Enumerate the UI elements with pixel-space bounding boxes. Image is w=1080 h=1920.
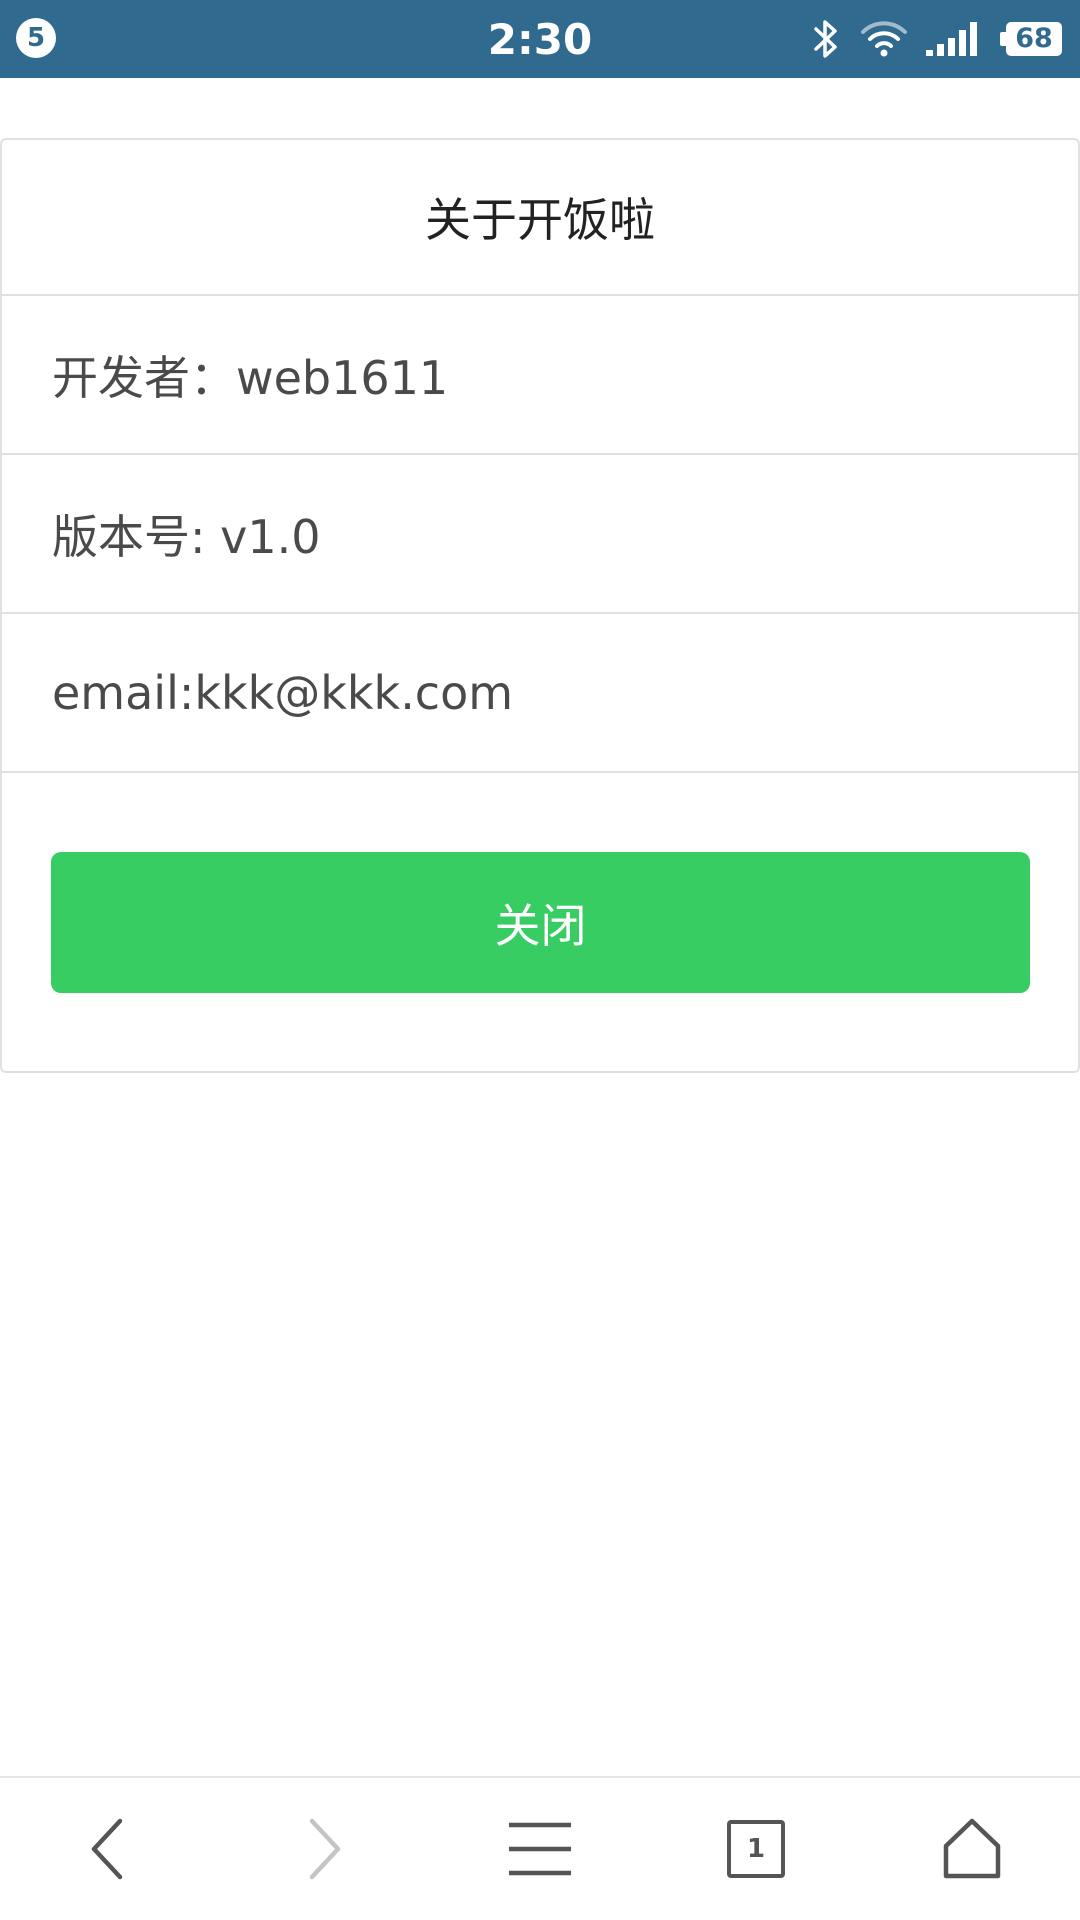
menu-icon — [509, 1822, 571, 1876]
menu-button[interactable] — [432, 1778, 648, 1920]
tabs-icon: 1 — [727, 1820, 785, 1878]
email-row: email:kkk@kkk.com — [2, 614, 1078, 773]
close-button[interactable]: 关闭 — [51, 852, 1030, 993]
dialog-title: 关于开饭啦 — [2, 140, 1078, 296]
signal-icon — [926, 22, 977, 56]
forward-icon — [309, 1818, 341, 1880]
battery-level: 68 — [1006, 22, 1062, 56]
wifi-icon — [861, 21, 907, 57]
version-row: 版本号: v1.0 — [2, 455, 1078, 614]
bluetooth-icon — [814, 20, 837, 58]
status-time: 2:30 — [487, 15, 593, 64]
battery-icon: 68 — [1000, 22, 1062, 56]
back-icon — [91, 1818, 123, 1880]
tabs-button[interactable]: 1 — [648, 1778, 864, 1920]
about-dialog: 关于开饭啦 开发者：web1611 版本号: v1.0 email:kkk@kk… — [0, 138, 1080, 1073]
back-button[interactable] — [0, 1778, 216, 1920]
home-button[interactable] — [864, 1778, 1080, 1920]
status-bar: 5 2:30 68 — [0, 0, 1080, 78]
developer-row: 开发者：web1611 — [2, 296, 1078, 455]
forward-button[interactable] — [216, 1778, 432, 1920]
tab-count: 1 — [746, 1834, 766, 1864]
button-area: 关闭 — [2, 773, 1078, 993]
home-icon — [943, 1818, 1001, 1879]
browser-toolbar: 1 — [0, 1776, 1080, 1920]
